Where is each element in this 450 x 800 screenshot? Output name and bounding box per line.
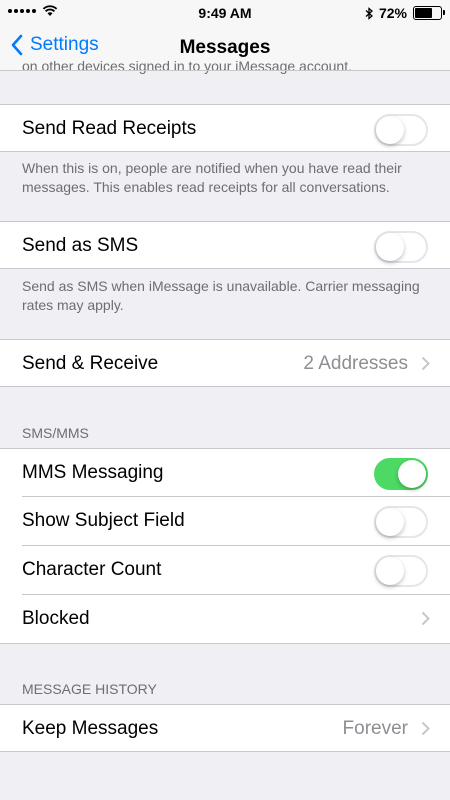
row-label: MMS Messaging [22,462,164,483]
row-show-subject-field: Show Subject Field [0,497,450,546]
row-character-count: Character Count [0,546,450,595]
battery-icon [413,6,445,20]
chevron-right-icon [421,611,430,626]
section-header-sms-mms: SMS/MMS [22,425,89,441]
row-label: Character Count [22,559,162,580]
row-label: Blocked [22,608,90,629]
row-send-read-receipts: Send Read Receipts [0,104,450,152]
row-label: Send Read Receipts [22,118,197,139]
send-as-sms-footer: Send as SMS when iMessage is unavailable… [22,278,420,313]
row-label: Send as SMS [22,235,139,256]
battery-percent: 72% [378,5,407,21]
read-receipts-footer: When this is on, people are notified whe… [22,160,402,195]
send-as-sms-toggle[interactable] [374,231,428,263]
row-label: Send & Receive [22,353,159,374]
clipped-footer-text: on other devices signed in to your iMess… [22,58,352,74]
chevron-right-icon [421,721,430,736]
mms-messaging-toggle[interactable] [374,458,428,490]
row-label: Show Subject Field [22,510,185,531]
row-send-as-sms: Send as SMS [0,221,450,269]
row-value: Forever [342,718,408,739]
chevron-right-icon [421,356,430,371]
status-bar: 9:49 AM 72% [0,0,450,26]
row-label: Keep Messages [22,718,159,739]
character-count-toggle[interactable] [374,555,428,587]
row-blocked[interactable]: Blocked [0,595,450,644]
show-subject-field-toggle[interactable] [374,506,428,538]
bluetooth-icon [365,6,373,20]
send-read-receipts-toggle[interactable] [374,114,428,146]
row-send-receive[interactable]: Send & Receive 2 Addresses [0,339,450,387]
section-header-message-history: MESSAGE HISTORY [22,681,157,697]
row-keep-messages[interactable]: Keep Messages Forever [0,704,450,752]
row-mms-messaging: MMS Messaging [0,448,450,497]
row-value: 2 Addresses [303,353,408,374]
page-title: Messages [179,37,271,58]
